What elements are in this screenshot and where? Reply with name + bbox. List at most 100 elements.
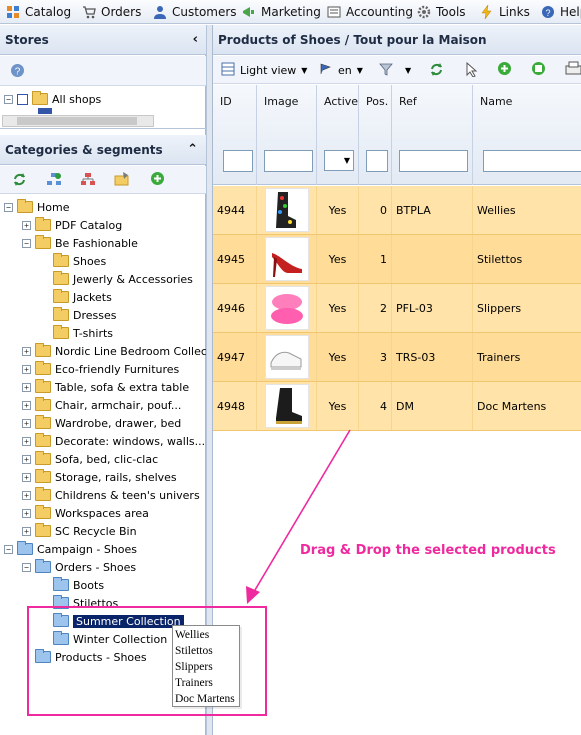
add-subcategory-icon[interactable] — [46, 172, 62, 190]
product-row[interactable]: 4945 Yes 1 Stilettos — [213, 235, 581, 284]
expand-toggle[interactable]: + — [22, 490, 31, 500]
cell-active: Yes — [317, 382, 359, 430]
folder-icon — [35, 433, 51, 447]
expand-toggle[interactable]: + — [22, 508, 31, 518]
cursor-icon[interactable] — [465, 61, 479, 80]
cell-text: Yes — [328, 399, 347, 413]
expand-toggle[interactable]: + — [22, 472, 31, 482]
menu-tools[interactable]: Tools — [417, 0, 466, 24]
categories-toolbar — [0, 166, 206, 194]
stores-horizontal-scrollbar[interactable] — [2, 115, 154, 127]
product-row[interactable]: 4947 Yes 3 TRS-03 Trainers — [213, 333, 581, 382]
category-tree-item[interactable]: T-shirts — [40, 324, 113, 342]
category-tree-item[interactable]: − Home — [4, 198, 69, 216]
category-tree-item[interactable]: − Orders - Shoes — [22, 558, 136, 576]
expand-toggle[interactable]: + — [22, 400, 31, 410]
menu-accounting[interactable]: Accounting — [327, 0, 413, 24]
folder-icon — [35, 523, 51, 537]
collapse-toggle[interactable]: − — [4, 544, 13, 554]
column-header-image[interactable]: Image — [257, 85, 317, 185]
print-icon[interactable] — [565, 61, 581, 79]
category-tree-item[interactable]: Shoes — [40, 252, 106, 270]
folder-icon — [35, 487, 51, 501]
store-item-all-shops[interactable]: − All shops — [4, 90, 101, 108]
filter-image-input[interactable] — [264, 150, 313, 172]
filter-ref-input[interactable] — [399, 150, 468, 172]
expand-toggle[interactable]: + — [22, 454, 31, 464]
column-header-name[interactable]: Name — [473, 85, 581, 185]
cell-text: DM — [396, 399, 414, 413]
category-tree-item[interactable]: Boots — [40, 576, 104, 594]
collapse-toggle[interactable]: − — [4, 202, 13, 212]
cell-image — [257, 186, 317, 234]
help-icon[interactable]: ? — [10, 63, 25, 81]
filter-id-input[interactable] — [223, 150, 253, 172]
refresh-icon[interactable] — [429, 62, 444, 80]
category-tree-item[interactable]: Dresses — [40, 306, 116, 324]
grid-view-icon — [221, 62, 235, 79]
dragged-item: Doc Martens — [175, 693, 235, 705]
collapse-left-icon[interactable]: ‹ — [193, 32, 198, 47]
product-row[interactable]: 4946 Yes 2 PFL-03 Slippers — [213, 284, 581, 333]
category-label: Boots — [73, 578, 105, 592]
folder-edit-icon[interactable] — [114, 171, 130, 189]
filter-active-select[interactable]: ▼ — [324, 150, 354, 171]
expand-toggle[interactable]: + — [22, 364, 31, 374]
category-tree-item[interactable]: + Eco-friendly Furnitures — [22, 360, 179, 378]
add-icon[interactable] — [150, 171, 165, 189]
category-tree-item[interactable]: + Workspaces area — [22, 504, 149, 522]
menu-links[interactable]: Links — [480, 0, 530, 24]
column-header-pos[interactable]: Pos. — [359, 85, 392, 185]
view-selector[interactable]: Light view ▼ — [221, 62, 307, 79]
category-tree-item[interactable]: + Wardrobe, drawer, bed — [22, 414, 181, 432]
menu-marketing[interactable]: Marketing — [242, 0, 321, 24]
expand-toggle[interactable]: + — [22, 436, 31, 446]
category-tree-item[interactable]: Jackets — [40, 288, 112, 306]
expand-toggle[interactable]: + — [22, 526, 31, 536]
store-checkbox[interactable] — [17, 93, 28, 105]
cell-id: 4948 — [213, 382, 257, 430]
filter-selector[interactable]: ▼ — [379, 62, 411, 79]
collapse-up-icon[interactable]: ⌃ — [187, 142, 198, 157]
expand-toggle[interactable]: + — [22, 418, 31, 428]
menu-help[interactable]: ? Help — [541, 0, 581, 24]
category-tree-icon[interactable] — [80, 172, 96, 190]
category-tree-item[interactable]: + Nordic Line Bedroom Collection — [22, 342, 228, 360]
column-header-id[interactable]: ID — [213, 85, 257, 185]
category-tree-item[interactable]: + Decorate: windows, walls... — [22, 432, 205, 450]
category-tree-item[interactable]: + SC Recycle Bin — [22, 522, 137, 540]
category-tree-item[interactable]: + Table, sofa & extra table — [22, 378, 189, 396]
menu-catalog[interactable]: Catalog — [6, 0, 71, 24]
expand-toggle[interactable]: + — [22, 382, 31, 392]
category-tree-item[interactable]: − Campaign - Shoes — [4, 540, 137, 558]
scrollbar-thumb[interactable] — [17, 117, 137, 125]
category-tree-item[interactable]: + PDF Catalog — [22, 216, 122, 234]
category-label: Storage, rails, shelves — [55, 470, 177, 484]
category-tree-item[interactable]: + Childrens & teen's univers — [22, 486, 200, 504]
cell-image — [257, 284, 317, 332]
filter-pos-input[interactable] — [366, 150, 388, 172]
menu-customers[interactable]: Customers — [153, 0, 237, 24]
refresh-icon[interactable] — [12, 172, 27, 190]
category-tree-item[interactable]: + Sofa, bed, clic-clac — [22, 450, 158, 468]
filter-name-input[interactable] — [483, 150, 581, 172]
column-header-active[interactable]: Active ▼ — [317, 85, 359, 185]
add-icon[interactable] — [497, 61, 512, 79]
category-label: Decorate: windows, walls... — [55, 434, 206, 448]
collapse-toggle[interactable]: − — [22, 238, 31, 248]
language-selector[interactable]: en ▼ — [319, 62, 363, 79]
collapse-toggle[interactable]: − — [4, 94, 13, 104]
category-tree-item[interactable]: Jewerly & Accessories — [40, 270, 193, 288]
category-tree-item[interactable]: + Storage, rails, shelves — [22, 468, 177, 486]
product-row[interactable]: 4948 Yes 4 DM Doc Martens — [213, 382, 581, 431]
collapse-toggle[interactable]: − — [22, 562, 31, 572]
menu-orders[interactable]: Orders — [82, 0, 141, 24]
category-tree-item[interactable]: − Be Fashionable — [22, 234, 138, 252]
column-header-ref[interactable]: Ref — [392, 85, 473, 185]
expand-toggle[interactable]: + — [22, 346, 31, 356]
expand-toggle[interactable]: + — [22, 220, 31, 230]
duplicate-icon[interactable] — [531, 61, 546, 79]
dragged-products-list: Wellies Stilettos Slippers Trainers Doc … — [172, 625, 240, 707]
product-row[interactable]: 4944 Yes 0 BTPLA Wellies — [213, 186, 581, 235]
category-tree-item[interactable]: + Chair, armchair, pouf... — [22, 396, 181, 414]
